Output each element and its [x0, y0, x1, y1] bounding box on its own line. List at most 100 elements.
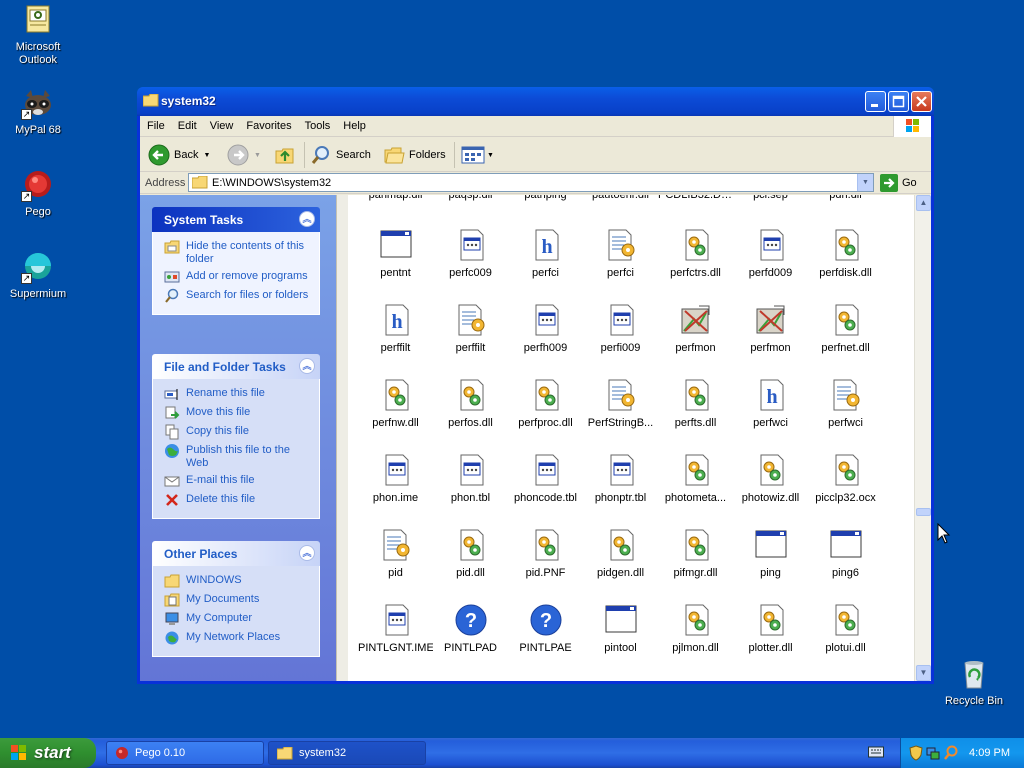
address-input[interactable]: E:\WINDOWS\system32 ▼ — [188, 173, 874, 192]
file-item[interactable]: perfdisk.dll — [808, 228, 883, 280]
desktop-icon-mypal[interactable]: ↗ MyPal 68 — [0, 86, 76, 137]
file-item[interactable]: pid.dll — [433, 528, 508, 580]
title-bar[interactable]: system32 — [137, 87, 934, 116]
taskbar-button-system32[interactable]: system32 — [268, 741, 426, 765]
chevron-down-icon[interactable]: ▼ — [203, 152, 210, 159]
menu-edit[interactable]: Edit — [171, 116, 203, 132]
search-button[interactable]: Search — [310, 143, 371, 167]
file-item[interactable]: ? PINTLPAE — [508, 603, 583, 655]
network-status-icon[interactable] — [926, 745, 940, 761]
file-list-scrollbar[interactable]: ▲ ▼ — [914, 195, 931, 681]
file-item[interactable]: h perfwci — [733, 378, 808, 430]
file-item[interactable]: photometa... — [658, 453, 733, 505]
file-item[interactable]: perfproc.dll — [508, 378, 583, 430]
file-item[interactable]: perfnw.dll — [358, 378, 433, 430]
desktop-icon-recycle-bin[interactable]: Recycle Bin — [936, 657, 1012, 708]
file-item[interactable]: perfnet.dll — [808, 303, 883, 355]
file-item[interactable]: pifmgr.dll — [658, 528, 733, 580]
file-item[interactable]: plotter.dll — [733, 603, 808, 655]
place-my-network-places[interactable]: My Network Places — [164, 631, 313, 646]
start-button[interactable]: start — [0, 738, 96, 768]
scroll-up-arrow-icon[interactable]: ▲ — [916, 195, 931, 211]
collapse-chevron-icon[interactable]: ︽ — [299, 211, 315, 227]
file-item[interactable]: PerfStringB... — [583, 378, 658, 430]
task-email-file[interactable]: E-mail this file — [164, 474, 313, 489]
file-item[interactable]: plotui.dll — [808, 603, 883, 655]
file-item[interactable]: pid.PNF — [508, 528, 583, 580]
file-item[interactable]: pautoenr.dll — [583, 195, 658, 202]
menu-view[interactable]: View — [203, 116, 240, 132]
file-item[interactable]: paqsp.dll — [433, 195, 508, 202]
task-delete-file[interactable]: Delete this file — [164, 493, 313, 508]
file-item[interactable]: ping — [733, 528, 808, 580]
place-windows[interactable]: WINDOWS — [164, 574, 313, 589]
place-my-computer[interactable]: My Computer — [164, 612, 313, 627]
folders-button[interactable]: Folders — [383, 143, 446, 167]
scroll-down-arrow-icon[interactable]: ▼ — [916, 665, 931, 681]
keyboard-icon[interactable] — [868, 746, 884, 758]
up-folder-button[interactable] — [274, 143, 296, 167]
system-tasks-header[interactable]: System Tasks ︽ — [152, 207, 320, 232]
file-item[interactable]: phoncode.tbl — [508, 453, 583, 505]
search-tray-icon[interactable] — [943, 745, 959, 761]
collapse-chevron-icon[interactable]: ︽ — [299, 358, 315, 374]
file-item[interactable]: panmap.dll — [358, 195, 433, 202]
file-item[interactable]: perfwci — [808, 378, 883, 430]
file-item[interactable]: phon.tbl — [433, 453, 508, 505]
maximize-button[interactable] — [888, 91, 909, 112]
taskbar-button-pego[interactable]: Pego 0.10 — [106, 741, 264, 765]
file-item[interactable]: pci.sep — [733, 195, 808, 202]
minimize-button[interactable] — [865, 91, 886, 112]
desktop-icon-supermium[interactable]: ↗ Supermium — [0, 250, 76, 301]
task-pane-scrollbar[interactable] — [336, 195, 348, 681]
task-publish-web[interactable]: Publish this file to the Web — [164, 444, 313, 470]
file-item[interactable]: perfos.dll — [433, 378, 508, 430]
file-item[interactable]: PINTLGNT.IME — [358, 603, 433, 655]
file-item[interactable]: phon.ime — [358, 453, 433, 505]
file-item[interactable]: PCDLIB32.DLL — [658, 195, 733, 202]
file-item[interactable]: perfi009 — [583, 303, 658, 355]
back-button[interactable]: Back ▼ — [148, 143, 210, 167]
file-item[interactable]: pathping — [508, 195, 583, 202]
go-button[interactable]: Go — [880, 174, 917, 192]
task-rename-file[interactable]: Rename this file — [164, 387, 313, 402]
menu-file[interactable]: File — [140, 116, 171, 132]
file-item[interactable]: pdh.dll — [808, 195, 883, 202]
place-my-documents[interactable]: My Documents — [164, 593, 313, 608]
file-item[interactable]: perffilt — [433, 303, 508, 355]
address-dropdown-chevron-icon[interactable]: ▼ — [857, 174, 873, 191]
file-item[interactable]: h perfci — [508, 228, 583, 280]
file-item[interactable]: pid — [358, 528, 433, 580]
file-folder-tasks-header[interactable]: File and Folder Tasks ︽ — [152, 354, 320, 379]
menu-favorites[interactable]: Favorites — [239, 116, 297, 132]
task-hide-contents[interactable]: Hide the contents of this folder — [164, 240, 313, 266]
close-button[interactable] — [911, 91, 932, 112]
file-item[interactable]: perfd009 — [733, 228, 808, 280]
task-move-file[interactable]: Move this file — [164, 406, 313, 421]
file-item[interactable]: ? PINTLPAD — [433, 603, 508, 655]
views-button[interactable]: ▼ — [461, 143, 494, 167]
file-item[interactable]: pjlmon.dll — [658, 603, 733, 655]
file-item[interactable]: pidgen.dll — [583, 528, 658, 580]
file-item[interactable]: perfh009 — [508, 303, 583, 355]
file-item[interactable]: phonptr.tbl — [583, 453, 658, 505]
file-item[interactable]: perfmon — [733, 303, 808, 355]
menu-help[interactable]: Help — [336, 116, 372, 132]
file-item[interactable]: perfctrs.dll — [658, 228, 733, 280]
forward-button[interactable]: ▼ — [227, 143, 261, 167]
task-search-files[interactable]: Search for files or folders — [164, 288, 313, 304]
task-add-remove-programs[interactable]: Add or remove programs — [164, 270, 313, 285]
file-item[interactable]: perfmon — [658, 303, 733, 355]
collapse-chevron-icon[interactable]: ︽ — [299, 545, 315, 561]
desktop-icon-pego[interactable]: ↗ Pego — [0, 168, 76, 219]
file-item[interactable]: perfts.dll — [658, 378, 733, 430]
security-shield-icon[interactable] — [909, 745, 923, 761]
file-item[interactable]: h perffilt — [358, 303, 433, 355]
file-item[interactable]: pintool — [583, 603, 658, 655]
file-item[interactable]: pentnt — [358, 228, 433, 280]
file-item[interactable]: perfci — [583, 228, 658, 280]
file-item[interactable]: ping6 — [808, 528, 883, 580]
menu-tools[interactable]: Tools — [298, 116, 337, 132]
file-item[interactable]: picclp32.ocx — [808, 453, 883, 505]
task-copy-file[interactable]: Copy this file — [164, 424, 313, 440]
